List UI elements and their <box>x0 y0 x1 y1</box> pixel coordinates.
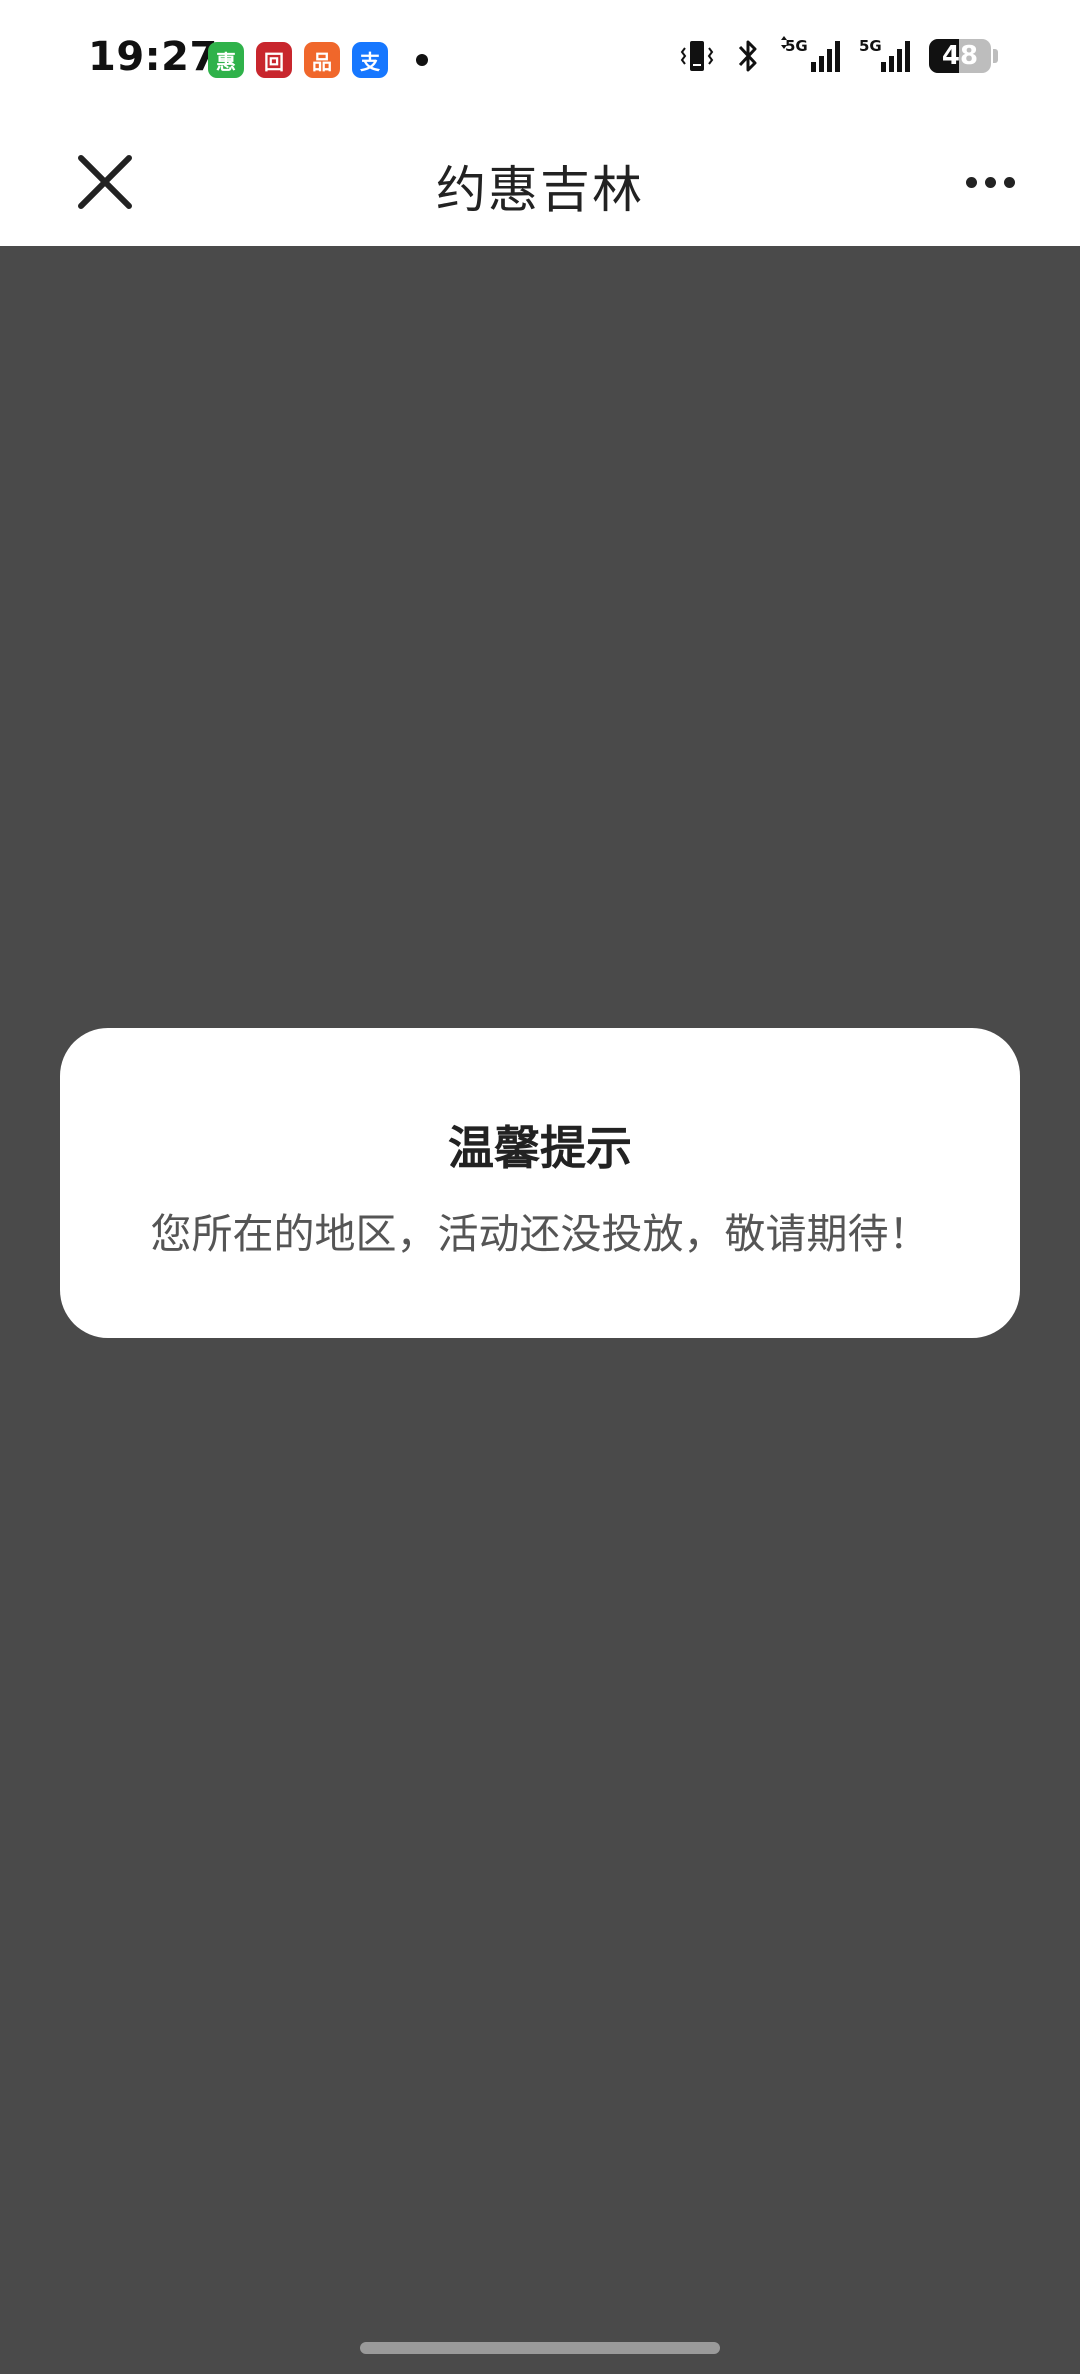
svg-text:5G: 5G <box>859 37 882 55</box>
vibrate-icon <box>677 36 717 76</box>
dialog-message: 您所在的地区，活动还没投放，敬请期待！ <box>150 1210 930 1258</box>
notice-dialog: 温馨提示 您所在的地区，活动还没投放，敬请期待！ <box>60 1028 1020 1338</box>
svg-text:5G: 5G <box>785 37 808 55</box>
alipay-app-icon: 支 <box>352 42 388 78</box>
battery-icon: 48 <box>929 39 998 73</box>
page-title: 约惠吉林 <box>436 161 644 219</box>
nav-bar: 约惠吉林 <box>0 120 1080 246</box>
signal-5g-icon-1: 5G <box>779 36 841 76</box>
signal-5g-icon-2: 5G <box>859 36 911 76</box>
status-time: 19:27 <box>88 34 218 80</box>
notification-app-icons: 惠 回 品 支 <box>208 42 428 78</box>
status-bar: 19:27 惠 回 品 支 5G 5G 48 <box>0 0 1080 120</box>
dialog-title: 温馨提示 <box>448 1121 632 1175</box>
more-options-button[interactable] <box>950 150 1030 214</box>
red-bank-app-icon: 回 <box>256 42 292 78</box>
orange-app-icon: 品 <box>304 42 340 78</box>
home-indicator[interactable] <box>360 2342 720 2354</box>
battery-percent: 48 <box>941 41 979 71</box>
system-icons: 5G 5G 48 <box>677 36 998 76</box>
bluetooth-icon <box>735 36 761 76</box>
more-notifications-dot <box>416 54 428 66</box>
green-app-icon: 惠 <box>208 42 244 78</box>
more-icon <box>965 176 977 188</box>
